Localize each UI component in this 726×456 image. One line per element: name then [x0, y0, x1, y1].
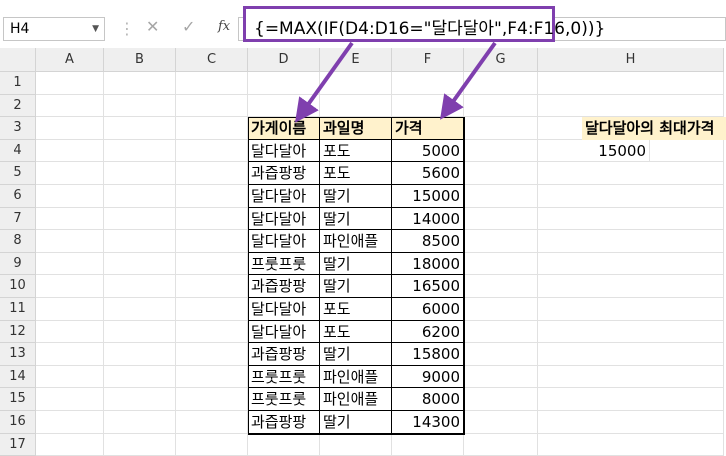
- arrow-to-column-d: [295, 41, 354, 123]
- annotation-arrows: [295, 41, 497, 123]
- arrow-to-column-f: [440, 41, 497, 120]
